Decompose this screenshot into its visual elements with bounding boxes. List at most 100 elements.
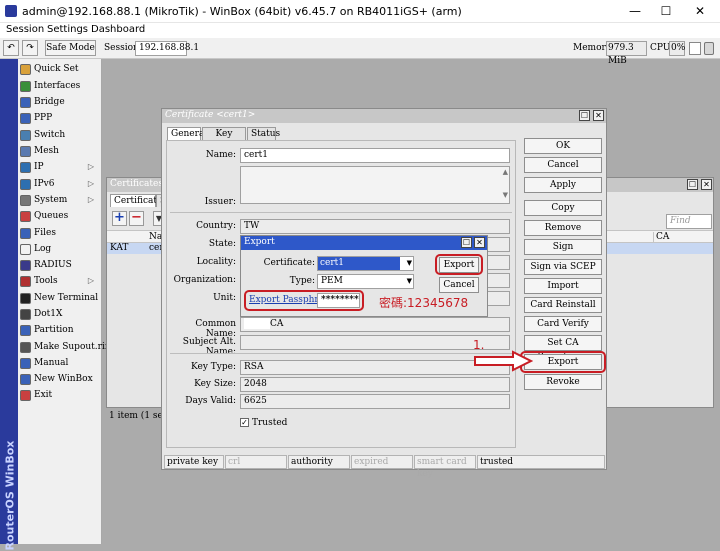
sidebar-item-label: Mesh bbox=[34, 146, 59, 156]
sidebar-item-manual[interactable]: Manual bbox=[20, 356, 100, 372]
sign-via-scep-button[interactable]: Sign via SCEP bbox=[524, 259, 602, 275]
copy-button[interactable]: Copy bbox=[524, 200, 602, 216]
sidebar-item-label: PPP bbox=[34, 113, 53, 123]
chevron-down-icon[interactable]: ▼ bbox=[407, 257, 412, 270]
certificates-maximize-icon[interactable]: ☐ bbox=[687, 179, 698, 190]
issuer-scroll-up-icon[interactable]: ▲ bbox=[503, 168, 508, 176]
minimize-button[interactable]: — bbox=[620, 3, 650, 19]
sidebar-item-ipv6[interactable]: IPv6 ▷ bbox=[20, 177, 100, 193]
sidebar-item-interfaces[interactable]: Interfaces bbox=[20, 79, 100, 95]
sidebar-item-label: Switch bbox=[34, 130, 66, 140]
exit-icon bbox=[20, 390, 31, 401]
sidebar-item-dot1x[interactable]: Dot1X bbox=[20, 307, 100, 323]
sidebar-item-label: RADIUS bbox=[34, 260, 72, 270]
revoke-button[interactable]: Revoke bbox=[524, 374, 602, 390]
export-passphrase-input[interactable]: ******** bbox=[317, 293, 360, 308]
close-window-button[interactable]: ✕ bbox=[685, 3, 715, 19]
issuer-area[interactable]: ▲ ▼ bbox=[240, 166, 510, 204]
sidebar-item-label: IP bbox=[34, 162, 44, 172]
cancel-button[interactable]: Cancel bbox=[524, 157, 602, 173]
sidebar-item-label: Exit bbox=[34, 390, 53, 400]
status-trusted: trusted bbox=[477, 455, 605, 469]
chevron-down-icon[interactable]: ▼ bbox=[407, 275, 412, 288]
state-label: State: bbox=[208, 239, 236, 249]
sidebar-item-new-terminal[interactable]: New Terminal bbox=[20, 291, 100, 307]
tab-key-usage[interactable]: Key Usage bbox=[202, 127, 246, 151]
sidebar-item-label: Manual bbox=[34, 358, 69, 368]
sidebar-item-mesh[interactable]: Mesh bbox=[20, 144, 100, 160]
tab-general[interactable]: General bbox=[167, 127, 207, 140]
common-name-label: Common Name: bbox=[195, 319, 236, 339]
export-confirm-button[interactable]: Export bbox=[439, 257, 479, 273]
sidebar-item-ppp[interactable]: PPP bbox=[20, 111, 100, 127]
remove-button[interactable]: − bbox=[129, 211, 144, 226]
issuer-label: Issuer: bbox=[204, 197, 236, 207]
sidebar-item-quick-set[interactable]: Quick Set bbox=[20, 62, 100, 78]
export-type-select[interactable]: PEM ▼ bbox=[317, 274, 414, 289]
remove-button[interactable]: Remove bbox=[524, 220, 602, 236]
sidebar-item-bridge[interactable]: Bridge bbox=[20, 95, 100, 111]
export-type-label: Type: bbox=[289, 276, 315, 286]
card-verify-button[interactable]: Card Verify bbox=[524, 316, 602, 332]
redo-button[interactable]: ↷ bbox=[22, 40, 38, 56]
menu-session[interactable]: Session bbox=[6, 24, 44, 35]
export-certificate-value: cert1 bbox=[318, 257, 400, 270]
undo-button[interactable]: ↶ bbox=[3, 40, 19, 56]
export-maximize-icon[interactable]: ☐ bbox=[461, 237, 472, 248]
export-cancel-button[interactable]: Cancel bbox=[439, 277, 479, 293]
sidebar-item-queues[interactable]: Queues bbox=[20, 209, 100, 225]
menu-bar: Session Settings Dashboard bbox=[0, 23, 720, 38]
session-field[interactable]: 192.168.88.1 bbox=[135, 41, 199, 56]
unit-label: Unit: bbox=[213, 293, 236, 303]
sidebar-item-ip[interactable]: IP ▷ bbox=[20, 160, 100, 176]
sidebar-item-exit[interactable]: Exit bbox=[20, 388, 100, 404]
sign-button[interactable]: Sign bbox=[524, 239, 602, 255]
import-button[interactable]: Import bbox=[524, 278, 602, 294]
partition-icon bbox=[20, 325, 31, 336]
export-close-icon[interactable]: ✕ bbox=[474, 237, 485, 248]
submenu-arrow-icon: ▷ bbox=[87, 195, 94, 204]
trusted-checkbox[interactable]: ✓ bbox=[240, 418, 249, 427]
find-input[interactable]: Find bbox=[666, 214, 712, 229]
divider bbox=[170, 212, 512, 213]
sidebar-item-partition[interactable]: Partition bbox=[20, 323, 100, 339]
column-ca[interactable]: CA bbox=[653, 232, 713, 243]
sidebar-item-log[interactable]: Log bbox=[20, 242, 100, 258]
system-icon bbox=[20, 195, 31, 206]
maximize-button[interactable]: ☐ bbox=[651, 3, 681, 19]
menu-dashboard[interactable]: Dashboard bbox=[91, 24, 145, 35]
add-button[interactable]: + bbox=[112, 211, 127, 226]
sidebar-item-label: Dot1X bbox=[34, 309, 63, 319]
routeros-winbox-brand: RouterOS WinBox bbox=[0, 59, 18, 551]
sidebar-item-radius[interactable]: RADIUS bbox=[20, 258, 100, 274]
certificates-close-icon[interactable]: ✕ bbox=[701, 179, 712, 190]
country-field: TW bbox=[240, 219, 510, 234]
row-flags: KAT bbox=[110, 243, 129, 253]
sidebar-item-tools[interactable]: Tools ▷ bbox=[20, 274, 100, 290]
ok-button[interactable]: OK bbox=[524, 138, 602, 154]
sidebar-item-label: Tools bbox=[34, 276, 58, 286]
sidebar-item-files[interactable]: Files bbox=[20, 226, 100, 242]
card-reinstall-button[interactable]: Card Reinstall bbox=[524, 297, 602, 313]
export-certificate-select[interactable]: cert1 ▼ bbox=[317, 256, 414, 271]
sidebar-item-switch[interactable]: Switch bbox=[20, 128, 100, 144]
redacted-block bbox=[244, 318, 270, 329]
sidebar-item-make-supout-rif[interactable]: Make Supout.rif bbox=[20, 340, 108, 356]
key-size-field: 2048 bbox=[240, 377, 510, 392]
set-ca-passphrase-button[interactable]: Set CA Passphrase bbox=[524, 335, 602, 362]
issuer-scroll-down-icon[interactable]: ▼ bbox=[503, 191, 508, 199]
certificate-maximize-icon[interactable]: ☐ bbox=[579, 110, 590, 121]
certificate-close-icon[interactable]: ✕ bbox=[593, 110, 604, 121]
queues-icon bbox=[20, 211, 31, 222]
safe-mode-button[interactable]: Safe Mode bbox=[45, 40, 96, 56]
key-size-label: Key Size: bbox=[194, 379, 236, 389]
tab-certificates[interactable]: Certificates bbox=[110, 194, 167, 207]
subject-alt-name-field bbox=[240, 335, 510, 350]
sidebar-item-system[interactable]: System ▷ bbox=[20, 193, 100, 209]
name-field[interactable]: cert1 bbox=[240, 148, 510, 163]
sidebar-item-new-winbox[interactable]: New WinBox bbox=[20, 372, 100, 388]
apply-button[interactable]: Apply bbox=[524, 177, 602, 193]
menu-settings[interactable]: Settings bbox=[47, 24, 88, 35]
tab-status[interactable]: Status bbox=[247, 127, 280, 140]
switch-icon bbox=[20, 130, 31, 141]
